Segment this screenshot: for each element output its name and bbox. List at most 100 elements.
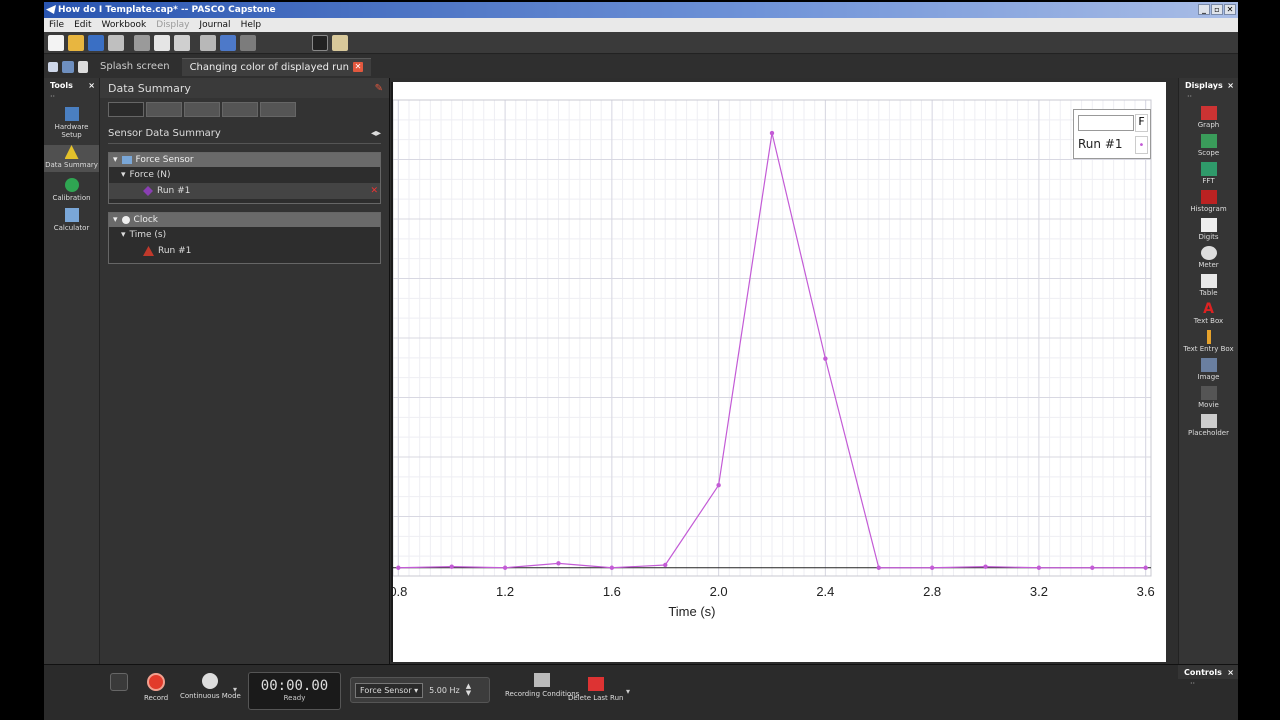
close-displays-icon[interactable]: × (1227, 81, 1234, 90)
x-tick-label: 2.4 (816, 584, 834, 599)
pin-icon[interactable]: ✎ (375, 83, 383, 94)
grip-icon[interactable]: ·· (1179, 92, 1238, 101)
close-controls-icon[interactable]: × (1227, 668, 1234, 677)
legend-field[interactable] (1078, 115, 1134, 131)
capstone-window: How do I Template.cap* -- PASCO Capstone… (44, 2, 1238, 720)
display-text-entry-box[interactable]: Text Entry Box (1179, 330, 1238, 353)
grip-icon[interactable]: ·· (1178, 679, 1238, 688)
display-meter[interactable]: Meter (1179, 246, 1238, 269)
close-tab-icon[interactable]: ✕ (352, 62, 363, 72)
tab-sensor-summary[interactable] (108, 102, 144, 117)
delete-last-run-button[interactable]: Delete Last Run (568, 677, 623, 702)
data-point (1143, 565, 1148, 570)
undo-icon[interactable] (220, 34, 236, 51)
tab-edit[interactable] (146, 102, 182, 117)
collapse-icon[interactable]: ▾ (121, 230, 126, 240)
print-icon[interactable] (108, 34, 124, 51)
display-digits[interactable]: Digits (1179, 218, 1238, 241)
display-table[interactable]: Table (1179, 274, 1238, 297)
graph-display[interactable]: 0.8 1.2 1.6 2.0 2.4 2.8 3.2 3.6 Time (s) F Run #… (389, 82, 1168, 662)
tab-properties[interactable] (222, 102, 258, 117)
menu-edit[interactable]: Edit (69, 20, 96, 30)
histogram-icon (1200, 190, 1217, 204)
delete-icon[interactable] (200, 34, 216, 51)
new-file-icon[interactable] (48, 34, 64, 51)
menu-help[interactable]: Help (236, 20, 267, 30)
sensor-select[interactable]: Force Sensor ▾ (355, 682, 424, 698)
menu-journal[interactable]: Journal (194, 20, 235, 30)
restore-button[interactable]: ▫ (1211, 4, 1223, 15)
tools-palette: Tools × ·· Hardware Setup Data Summary C… (44, 78, 100, 664)
tool-data-summary[interactable]: Data Summary (44, 145, 99, 172)
group-header[interactable]: ▾ Clock (109, 213, 380, 227)
measurement-row[interactable]: ▾ Force (N) (109, 167, 380, 183)
x-tick-label: 1.6 (603, 584, 621, 599)
menu-workbook[interactable]: Workbook (97, 20, 152, 30)
display-image[interactable]: Image (1179, 358, 1238, 381)
rate-stepper-icon[interactable]: ▲ ▼ (466, 683, 471, 697)
graph-legend[interactable]: F Run #1 • (1073, 109, 1151, 159)
close-tools-icon[interactable]: × (88, 81, 95, 90)
data-point (1090, 565, 1095, 570)
force-sensor-icon (121, 156, 132, 164)
record-button[interactable]: Record (144, 673, 168, 702)
graph-svg[interactable]: 0.8 1.2 1.6 2.0 2.4 2.8 3.2 3.6 Time (s) (389, 82, 1168, 662)
tab-calculator[interactable] (184, 102, 220, 117)
save-icon[interactable] (88, 34, 104, 51)
text-box-icon: A (1203, 301, 1214, 317)
redo-icon[interactable] (240, 34, 256, 51)
grip-icon[interactable]: ·· (44, 92, 99, 101)
open-folder-icon[interactable] (68, 34, 84, 51)
tab-graph-tools[interactable] (260, 102, 296, 117)
page-icon[interactable] (48, 61, 58, 72)
placeholder-icon (1200, 414, 1217, 428)
display-histogram[interactable]: Histogram (1179, 190, 1238, 213)
display-placeholder[interactable]: Placeholder (1179, 414, 1238, 437)
collapse-icon[interactable]: ▾ (113, 215, 118, 225)
display-graph[interactable]: Graph (1179, 106, 1238, 129)
close-window-button[interactable]: ✕ (1224, 4, 1236, 15)
group-header[interactable]: ▾ Force Sensor (109, 153, 380, 167)
page-list-icon[interactable] (78, 60, 88, 73)
delete-dropdown-icon[interactable]: ▾ (626, 687, 630, 696)
mode-button[interactable]: Continuous Mode (180, 673, 241, 700)
collapse-icon[interactable]: ▾ (121, 170, 126, 180)
paste-icon[interactable] (174, 34, 190, 51)
measurement-row[interactable]: ▾ Time (s) (109, 227, 380, 243)
minimize-button[interactable]: _ (1198, 4, 1210, 15)
controls-title: Controls (1184, 667, 1222, 677)
menu-display[interactable]: Display (151, 20, 194, 30)
run-row[interactable]: Run #1 (109, 243, 380, 259)
cut-icon[interactable] (134, 34, 150, 51)
camera-icon[interactable] (312, 34, 328, 51)
run-marker-icon[interactable] (143, 186, 153, 196)
clock-icon (121, 216, 130, 224)
data-point (876, 565, 881, 570)
record-options[interactable] (110, 673, 128, 691)
display-movie[interactable]: Movie (1179, 386, 1238, 409)
menu-file[interactable]: File (44, 20, 69, 30)
tab-changing-color[interactable]: Changing color of displayed run ✕ (181, 57, 371, 76)
tab-label: Changing color of displayed run (189, 61, 349, 73)
tool-calibration[interactable]: Calibration (44, 178, 99, 202)
journal-snapshot-icon[interactable] (332, 34, 348, 51)
data-summary-icon (64, 145, 79, 159)
legend-run-marker[interactable]: • (1135, 136, 1148, 154)
group-name: Clock (133, 215, 158, 225)
tool-calculator[interactable]: Calculator (44, 208, 99, 232)
copy-icon[interactable] (154, 34, 170, 51)
tab-splash-screen[interactable]: Splash screen (92, 58, 178, 76)
tool-hardware-setup[interactable]: Hardware Setup (44, 107, 99, 139)
page-settings-icon[interactable] (62, 60, 74, 73)
display-scope[interactable]: Scope (1179, 134, 1238, 157)
x-tick-label: 2.0 (710, 584, 728, 599)
expand-arrows-icon[interactable]: ◂▸ (371, 128, 381, 143)
delete-run-icon[interactable]: ✕ (370, 186, 380, 196)
run-marker-icon[interactable] (143, 246, 154, 256)
mode-dropdown-icon[interactable]: ▾ (233, 685, 237, 694)
display-fft[interactable]: FFT (1179, 162, 1238, 185)
title-bar: How do I Template.cap* -- PASCO Capstone… (44, 2, 1238, 18)
display-text-box[interactable]: A Text Box (1179, 302, 1238, 325)
run-row[interactable]: Run #1 ✕ (109, 183, 380, 199)
collapse-icon[interactable]: ▾ (113, 155, 118, 165)
